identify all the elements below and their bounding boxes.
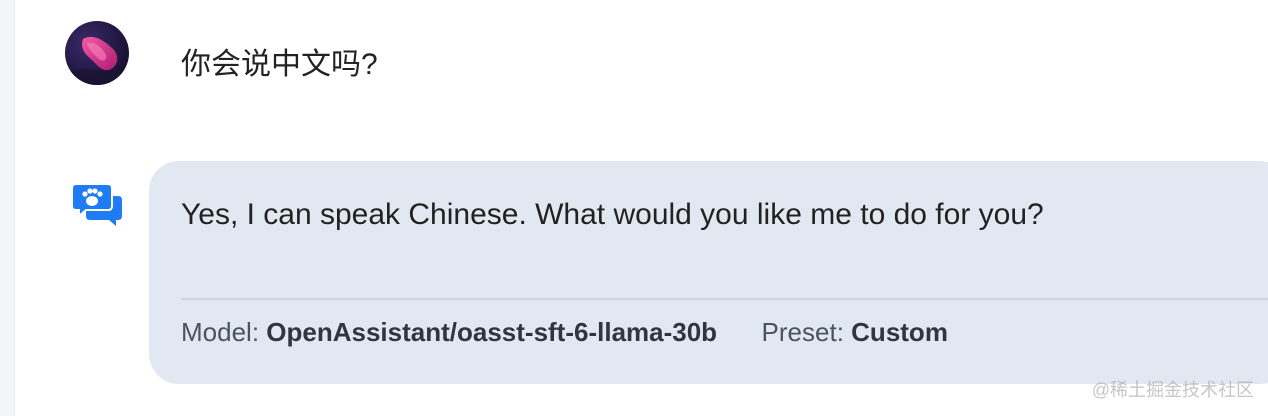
message-divider [181,298,1268,300]
preset-label: Preset: [761,317,844,347]
assistant-message-card: Yes, I can speak Chinese. What would you… [149,161,1268,384]
model-label: Model: [181,317,260,347]
watermark-text: @稀土掘金技术社区 [1091,380,1254,400]
assistant-message-text: Yes, I can speak Chinese. What would you… [181,198,1044,231]
sidebar-edge [0,0,15,416]
message-metadata: Model: OpenAssistant/oasst-sft-6-llama-3… [181,315,948,349]
chat-paw-icon [71,182,124,228]
model-value: OpenAssistant/oasst-sft-6-llama-30b [266,317,718,347]
user-avatar-image [65,21,129,85]
user-message-text: 你会说中文吗? [181,48,378,81]
user-avatar [65,21,129,85]
preset-value: Custom [851,317,948,347]
